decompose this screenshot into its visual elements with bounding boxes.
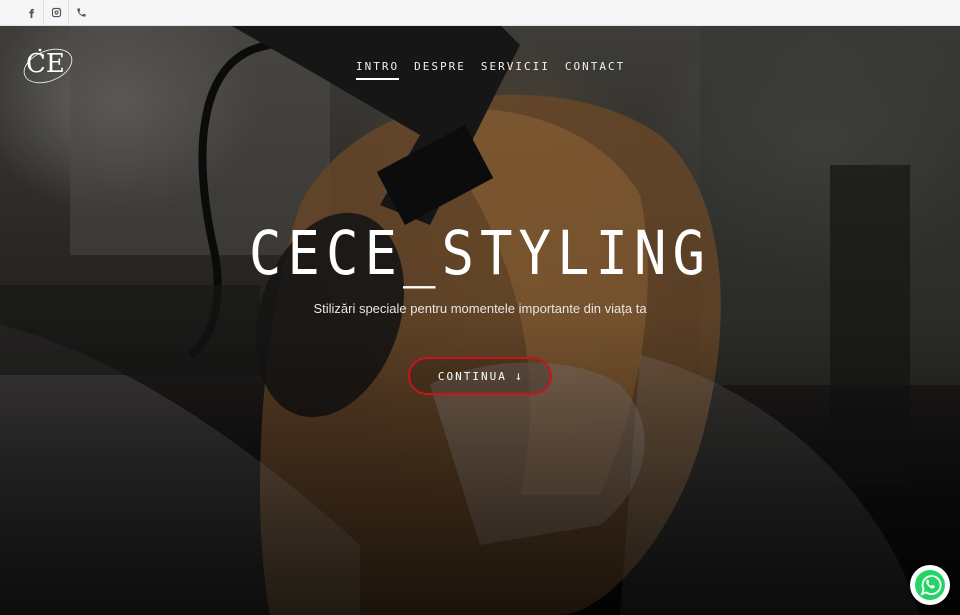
whatsapp-button[interactable]: [910, 565, 950, 605]
continue-button-label: CONTINUA: [437, 369, 507, 383]
main-nav: INTRO DESPRE SERVICII CONTACT: [356, 60, 625, 80]
logo-icon: CE: [23, 48, 73, 84]
nav-item-servicii[interactable]: SERVICII: [481, 60, 550, 80]
phone-icon: [76, 8, 86, 17]
arrow-down-icon: ↓: [514, 369, 523, 383]
social-bar: [0, 0, 960, 26]
instagram-icon: [51, 7, 61, 18]
nav-item-contact[interactable]: CONTACT: [565, 60, 625, 80]
instagram-link[interactable]: [44, 0, 69, 25]
hero-subtitle: Stilizări speciale pentru momentele impo…: [313, 301, 647, 316]
continue-button[interactable]: CONTINUA ↓: [408, 357, 552, 395]
nav-item-intro[interactable]: INTRO: [356, 60, 400, 80]
hero-title: CECE_STYLING: [248, 218, 712, 289]
nav-item-despre[interactable]: DESPRE: [414, 60, 466, 80]
facebook-link[interactable]: [19, 0, 44, 25]
facebook-icon: [28, 8, 34, 18]
site-logo[interactable]: CE: [18, 42, 80, 88]
hero-overlay: [0, 25, 960, 615]
logo-text: CE: [26, 49, 65, 79]
whatsapp-icon: [915, 570, 945, 600]
phone-link[interactable]: [69, 0, 93, 25]
hero-section: [0, 25, 960, 615]
